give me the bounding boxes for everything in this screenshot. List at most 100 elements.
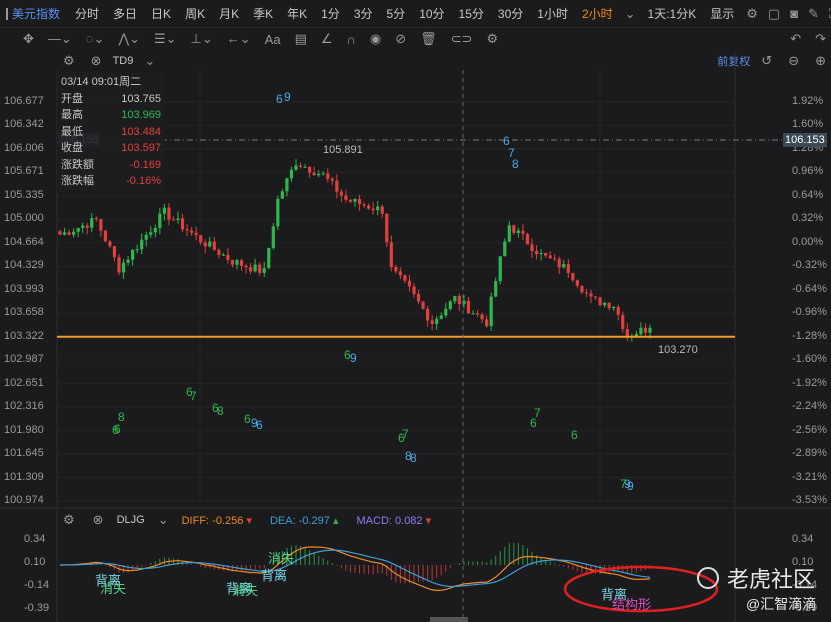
candle-body [135,249,139,251]
candle-body [199,235,203,243]
candle-body [639,327,643,334]
price-axis-label: 105.671 [4,165,44,178]
chevron-down-icon[interactable]: ⌄ [153,512,174,528]
candle-body [612,306,616,309]
ohlc-info-panel: 03/14 09:01周二 开盘 103.765 最高 103.969 最低 103.48… [57,72,165,192]
candle-body [394,267,398,272]
candle-body [298,165,303,167]
candle-body [285,178,289,192]
td9-marker: 6 [571,428,578,442]
td9-marker: 6 [530,416,537,430]
info-value: 103.484 [121,125,161,138]
candle-body [503,241,507,257]
candle-body [367,205,371,209]
percent-axis-label: 1.60% [792,118,824,131]
candle-body [339,191,343,196]
info-row: 开盘 103.765 [61,91,161,108]
candle-body [480,314,484,320]
macd-header: ⚙ ⊗ DLJG ⌄ DIFF: -0.256 ▾ DEA: -0.297 ▴ … [58,512,431,528]
candle-body [371,208,375,211]
candle-body [512,225,516,233]
candle-body [584,292,589,294]
candle-body [589,293,593,297]
candle-body [249,267,253,272]
candle-body [607,302,611,309]
dea-label: DEA: [269,514,296,527]
info-row: 最低 103.484 [61,124,161,141]
macd-label: MACD: [356,514,392,527]
candle-body [85,225,89,228]
candle-body [140,239,144,250]
info-row: 收盘 103.597 [61,140,161,157]
macd-signal-label: 结构形 [612,597,652,612]
candle-body [226,254,230,260]
candle-body [239,260,244,266]
candle-body [457,296,461,305]
price-axis-label: 106.342 [4,118,44,131]
macd-indicator-name[interactable]: DLJG [117,514,145,526]
settings-icon[interactable]: ⚙ [58,512,80,528]
candle-body [403,275,407,281]
percent-axis-label: -1.60% [792,353,827,366]
low-label: 103.270 [658,344,698,356]
candle-body [603,302,607,306]
td9-marker: 7 [190,389,197,403]
crosshair-price-label-right: 106.153 [783,133,827,147]
price-axis-label: 103.658 [4,306,44,319]
info-row: 最高 103.969 [61,107,161,124]
candle-body [357,199,362,205]
candle-body [448,301,452,309]
candle-body [131,249,135,260]
candle-body [380,206,384,214]
percent-axis-label: -3.53% [792,494,827,506]
macd-axis-label: -0.39 [24,602,50,614]
close-icon[interactable]: ⊗ [88,512,109,528]
percent-axis-label: -3.21% [792,470,827,483]
candle-body [94,218,98,220]
candle-body [426,308,430,321]
candle-body [566,264,570,273]
candle-body [308,166,312,173]
candle-body [376,206,380,211]
info-value: 103.765 [121,92,161,105]
candle-body [167,207,171,220]
candle-body [643,327,648,333]
price-axis-label: 103.322 [4,329,44,342]
candle-body [494,281,498,297]
candle-body [162,207,166,214]
td9-marker: 8 [512,157,519,171]
candle-body [544,252,548,256]
scrollbar[interactable] [430,617,468,622]
dea-value: -0.297 [298,514,330,527]
candle-body [208,241,212,247]
candle-body [593,296,598,298]
candle-body [280,191,284,199]
candle-body [194,232,198,236]
price-axis-label: 106.677 [4,95,44,107]
candle-body [435,318,439,324]
candle-body [625,329,629,337]
candle-body [230,259,235,265]
price-axis-label: 105.000 [4,212,44,225]
candle-body [67,232,71,235]
candle-body [444,308,448,316]
candle-body [534,251,539,255]
td9-marker: 8 [410,451,417,465]
percent-axis-label: -0.32% [792,259,827,272]
candle-body [634,333,638,337]
candle-body [185,229,189,231]
candle-body [158,213,162,228]
candle-body [90,218,94,228]
info-label: 最低 [61,125,83,138]
candle-body [598,297,602,306]
percent-axis-label: 0.64% [792,188,824,201]
candle-body [439,315,443,319]
candle-body [221,254,225,256]
percent-axis-label: -2.56% [792,423,827,436]
high-label: 105.891 [323,144,363,156]
percent-axis-label: -1.28% [792,329,827,342]
candle-body [176,218,180,220]
macd-axis-label: -0.14 [24,579,50,591]
candle-body [317,173,321,176]
info-label: 涨跌额 [61,158,94,171]
